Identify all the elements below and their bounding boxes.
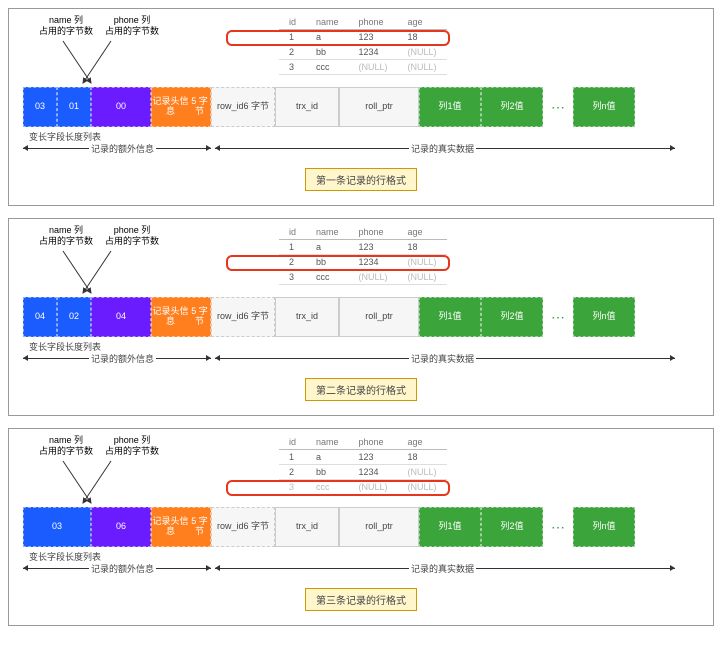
panel-caption: 第三条记录的行格式 (305, 588, 417, 611)
panel-caption: 第二条记录的行格式 (305, 378, 417, 401)
table-header: age (398, 15, 447, 30)
ellipsis: ⋯ (543, 507, 573, 547)
real-data-label: 记录的真实数据 (409, 352, 476, 365)
col2-block: 列2值 (481, 507, 543, 547)
phone-col-label: phone 列占用的字节数 (105, 15, 159, 37)
trx-id-block: trx_id (275, 297, 339, 337)
varlen-byte-block: 01 (57, 87, 91, 127)
table-row: 2bb1234(NULL) (279, 465, 447, 480)
ellipsis: ⋯ (543, 87, 573, 127)
table-row: 1a12318 (279, 450, 447, 465)
record-panel: name 列占用的字节数 phone 列占用的字节数 idnamephoneage1… (8, 428, 714, 626)
roll-ptr-block: roll_ptr (339, 507, 419, 547)
null-bitmap-block: 06 (91, 507, 151, 547)
real-data-label: 记录的真实数据 (409, 562, 476, 575)
table-header: phone (349, 435, 398, 450)
blocks-row: 0306记录头信息5 字节row_id6 字节trx_idroll_ptr列1值… (19, 507, 703, 547)
coln-block: 列n值 (573, 297, 635, 337)
table-header: phone (349, 15, 398, 30)
roll-ptr-block: roll_ptr (339, 87, 419, 127)
table-header: name (306, 225, 349, 240)
table-row: 1a12318 (279, 240, 447, 255)
trx-id-block: trx_id (275, 87, 339, 127)
data-table: idnamephoneage1a123182bb1234(NULL)3ccc(N… (279, 435, 447, 495)
record-panel: name 列占用的字节数 phone 列占用的字节数 idnamephoneage1… (8, 8, 714, 206)
table-row: 1a12318 (279, 30, 447, 45)
pointer-arrows (43, 459, 163, 509)
real-data-label: 记录的真实数据 (409, 142, 476, 155)
col1-block: 列1值 (419, 87, 481, 127)
table-header: phone (349, 225, 398, 240)
pointer-arrows (43, 39, 163, 89)
table-header: id (279, 435, 306, 450)
table-row: 2bb1234(NULL) (279, 255, 447, 270)
table-header: id (279, 15, 306, 30)
table-header: age (398, 225, 447, 240)
row-id-block: row_id6 字节 (211, 87, 275, 127)
extra-info-label: 记录的额外信息 (89, 142, 156, 155)
null-bitmap-block: 00 (91, 87, 151, 127)
name-col-label: name 列占用的字节数 (39, 225, 93, 247)
table-row: 3ccc(NULL)(NULL) (279, 60, 447, 75)
name-col-label: name 列占用的字节数 (39, 15, 93, 37)
data-table: idnamephoneage1a123182bb1234(NULL)3ccc(N… (279, 15, 447, 75)
null-bitmap-block: 04 (91, 297, 151, 337)
blocks-row: 040204记录头信息5 字节row_id6 字节trx_idroll_ptr列… (19, 297, 703, 337)
col2-block: 列2值 (481, 87, 543, 127)
ellipsis: ⋯ (543, 297, 573, 337)
col2-block: 列2值 (481, 297, 543, 337)
roll-ptr-block: roll_ptr (339, 297, 419, 337)
varlen-byte-block: 03 (23, 507, 91, 547)
row-id-block: row_id6 字节 (211, 297, 275, 337)
extra-info-label: 记录的额外信息 (89, 562, 156, 575)
table-header: age (398, 435, 447, 450)
record-header-block: 记录头信息5 字节 (151, 507, 211, 547)
phone-col-label: phone 列占用的字节数 (105, 435, 159, 457)
coln-block: 列n值 (573, 87, 635, 127)
table-header: id (279, 225, 306, 240)
record-header-block: 记录头信息5 字节 (151, 297, 211, 337)
panel-caption: 第一条记录的行格式 (305, 168, 417, 191)
table-row: 3ccc(NULL)(NULL) (279, 270, 447, 285)
col1-block: 列1值 (419, 297, 481, 337)
data-table: idnamephoneage1a123182bb1234(NULL)3ccc(N… (279, 225, 447, 285)
table-row: 3ccc(NULL)(NULL) (279, 480, 447, 495)
table-header: name (306, 435, 349, 450)
pointer-arrows (43, 249, 163, 299)
name-col-label: name 列占用的字节数 (39, 435, 93, 457)
table-header: name (306, 15, 349, 30)
extra-info-label: 记录的额外信息 (89, 352, 156, 365)
trx-id-block: trx_id (275, 507, 339, 547)
table-row: 2bb1234(NULL) (279, 45, 447, 60)
record-panel: name 列占用的字节数 phone 列占用的字节数 idnamephoneage1… (8, 218, 714, 416)
varlen-byte-block: 02 (57, 297, 91, 337)
varlen-byte-block: 03 (23, 87, 57, 127)
record-header-block: 记录头信息5 字节 (151, 87, 211, 127)
varlen-byte-block: 04 (23, 297, 57, 337)
phone-col-label: phone 列占用的字节数 (105, 225, 159, 247)
blocks-row: 030100记录头信息5 字节row_id6 字节trx_idroll_ptr列… (19, 87, 703, 127)
coln-block: 列n值 (573, 507, 635, 547)
row-id-block: row_id6 字节 (211, 507, 275, 547)
col1-block: 列1值 (419, 507, 481, 547)
